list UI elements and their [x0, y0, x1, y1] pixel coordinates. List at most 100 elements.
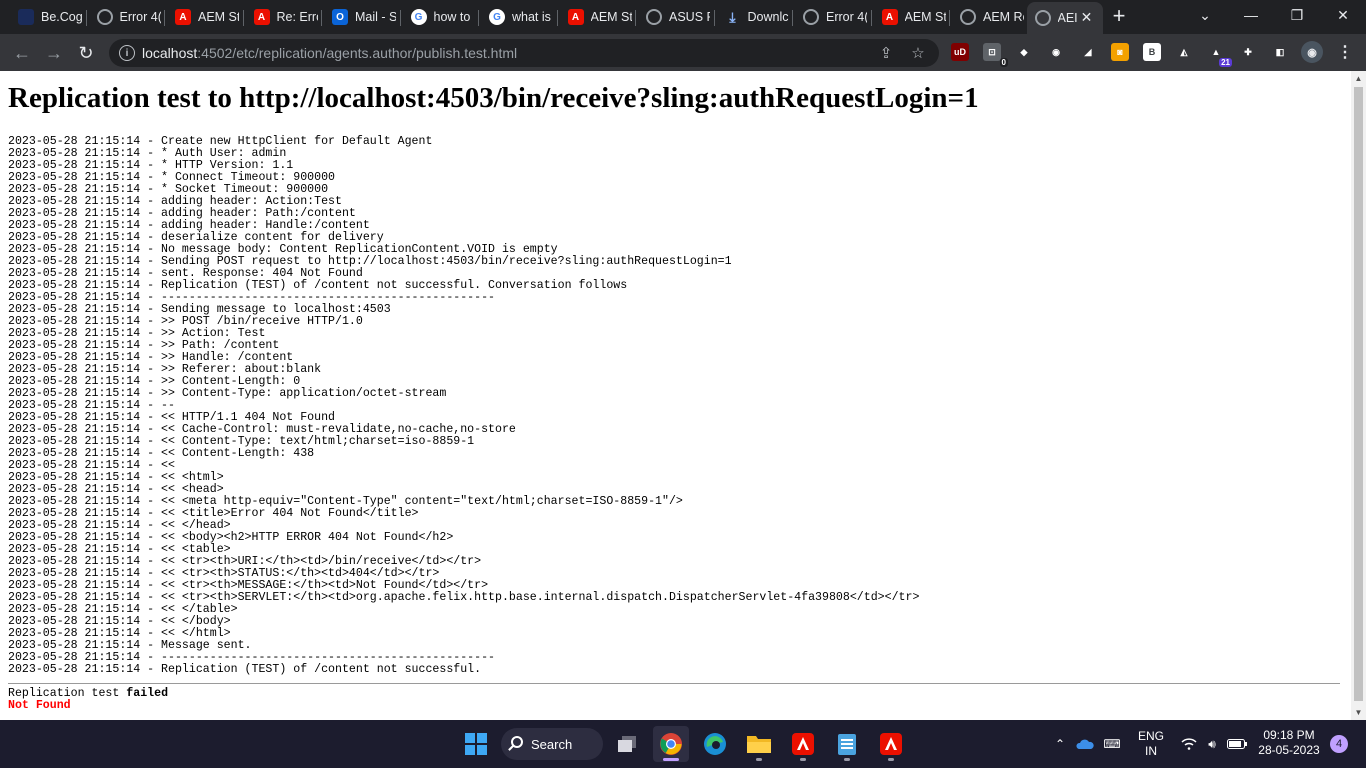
tab-search-button[interactable]: ⌄ — [1182, 0, 1228, 30]
adobe-icon: A — [175, 9, 191, 25]
keyboard-icon[interactable]: ⌨ — [1102, 736, 1122, 752]
page-viewport: Replication test to http://localhost:450… — [0, 71, 1366, 720]
tab-separator — [478, 10, 479, 26]
browser-tab[interactable]: A Re: Errc — [246, 3, 318, 31]
tab-title: AEM Re — [983, 10, 1024, 24]
task-view-button[interactable] — [609, 726, 645, 762]
google-icon: G — [410, 9, 427, 25]
folder-icon — [747, 736, 771, 753]
camera-ext-glyph: ◙ — [1117, 47, 1123, 57]
language-indicator[interactable]: ENG IN — [1134, 729, 1168, 759]
notepad-icon — [838, 734, 856, 755]
kebab-menu-icon[interactable]: ⋮ — [1336, 43, 1354, 61]
restore-button[interactable]: ❐ — [1274, 0, 1320, 30]
bold-b-icon[interactable]: B — [1143, 43, 1161, 61]
notepad-app[interactable] — [829, 726, 865, 762]
scroll-thumb[interactable] — [1354, 87, 1363, 701]
taskbar-search[interactable]: Search — [501, 728, 603, 760]
adobe-icon: A — [253, 9, 270, 25]
owl-icon[interactable]: ◉ — [1047, 43, 1065, 61]
search-label: Search — [531, 736, 573, 752]
browser-tab[interactable]: ASUS F — [638, 3, 710, 31]
running-indicator — [756, 758, 762, 761]
replication-log: 2023-05-28 21:15:14 - Create new HttpCli… — [8, 136, 919, 676]
tab-separator — [242, 10, 244, 26]
fox-icon[interactable]: ◭ — [1175, 43, 1193, 61]
minimize-button[interactable]: — — [1228, 0, 1274, 30]
globe-icon — [646, 9, 662, 25]
puzzle-icon[interactable]: ✚ — [1239, 43, 1257, 61]
volume-icon[interactable]: 🔊︎ — [1203, 736, 1221, 752]
forward-button[interactable]: → — [42, 41, 66, 65]
edge-icon — [704, 733, 726, 755]
browser-tab[interactable]: ⤓ Downlc — [717, 3, 789, 31]
grad-cap-icon[interactable]: ▲ 21 — [1207, 43, 1232, 67]
file-explorer-app[interactable] — [741, 726, 777, 762]
close-window-button[interactable]: ✕ — [1320, 0, 1366, 30]
bookmark-star-icon[interactable]: ☆ — [909, 44, 927, 62]
adobe-icon: A — [881, 9, 898, 25]
arrow-left-icon: ← — [13, 42, 31, 63]
acrobat-app[interactable] — [785, 726, 821, 762]
vertical-scrollbar[interactable]: ▲ ▼ — [1351, 71, 1366, 720]
address-bar[interactable]: i localhost:4502/etc/replication/agents.… — [109, 39, 939, 67]
onedrive-icon[interactable] — [1075, 736, 1095, 752]
browser-tab[interactable]: A AEM St — [874, 3, 946, 31]
chevron-down-icon: ⌄ — [1199, 6, 1211, 23]
profile-avatar[interactable]: ◉ — [1301, 41, 1323, 63]
browser-tab[interactable]: A AEM St — [560, 3, 632, 31]
site-info-icon[interactable]: i — [119, 45, 135, 61]
scroll-up-icon[interactable]: ▲ — [1351, 71, 1366, 86]
task-view-icon — [618, 736, 636, 752]
edge-app[interactable] — [697, 726, 733, 762]
browser-tab[interactable]: Ghow to — [403, 3, 475, 31]
browser-tab[interactable]: Error 4( — [89, 3, 161, 31]
tab-title: Error 4( — [119, 10, 161, 24]
reload-button[interactable]: ↻ — [74, 41, 98, 65]
acrobat-app-2[interactable] — [873, 726, 909, 762]
tab-title: Downlc — [747, 10, 789, 24]
browser-tab[interactable]: Be.Cog — [10, 3, 82, 31]
adobe-icon — [880, 733, 902, 755]
browser-tab[interactable]: AEM Re — [952, 3, 1024, 31]
browser-tab[interactable]: A AEM St — [167, 3, 239, 31]
chrome-app[interactable] — [653, 726, 689, 762]
new-tab-button[interactable]: + — [1108, 5, 1130, 28]
chevron-up-icon[interactable]: ⌃ — [1052, 736, 1068, 752]
grad-cap-glyph: ▲ — [1211, 47, 1221, 57]
tab-title: AEI — [1057, 11, 1078, 25]
browser-tab[interactable]: O Mail - S — [324, 3, 396, 31]
globe-icon — [1034, 10, 1051, 26]
chrome-icon — [660, 733, 682, 755]
tab-separator — [85, 10, 87, 26]
side-panel-icon[interactable]: ◧ — [1271, 43, 1289, 61]
share-icon[interactable]: ⇪ — [877, 44, 895, 62]
eraser-icon[interactable]: ◢ — [1079, 43, 1097, 61]
close-tab-icon[interactable]: ✕ — [1079, 9, 1095, 25]
camera-ext-icon[interactable]: ◙ — [1111, 43, 1129, 61]
start-button[interactable] — [458, 726, 494, 762]
browser-tab[interactable]: Error 4( — [795, 3, 867, 31]
log-line: 2023-05-28 21:15:14 - Replication (TEST)… — [8, 663, 482, 676]
wifi-icon[interactable] — [1180, 736, 1198, 752]
browser-tab[interactable]: Gwhat is — [481, 3, 553, 31]
globe-icon — [803, 9, 819, 25]
url-text[interactable]: localhost:4502/etc/replication/agents.au… — [142, 45, 517, 61]
ublock-icon[interactable]: uD — [951, 43, 969, 61]
windows-logo-icon — [465, 733, 487, 755]
extension-badge: 0 — [999, 58, 1008, 67]
result-status: Not Found — [8, 699, 71, 712]
back-button[interactable]: ← — [10, 41, 34, 65]
notification-badge[interactable]: 4 — [1330, 735, 1348, 753]
battery-icon[interactable] — [1226, 736, 1248, 752]
tab-counter-icon[interactable]: ⊡ 0 — [983, 43, 1008, 67]
system-clock[interactable]: 09:18 PM 28-05-2023 — [1252, 728, 1326, 758]
arrow-right-icon: → — [45, 42, 63, 63]
diamond-glyph: ◆ — [1020, 46, 1028, 57]
tab-separator — [321, 10, 322, 26]
reload-icon: ↻ — [78, 42, 94, 63]
scroll-down-icon[interactable]: ▼ — [1351, 705, 1366, 720]
tab-separator — [635, 10, 636, 26]
globe-icon — [96, 9, 113, 25]
diamond-icon[interactable]: ◆ — [1015, 43, 1033, 61]
